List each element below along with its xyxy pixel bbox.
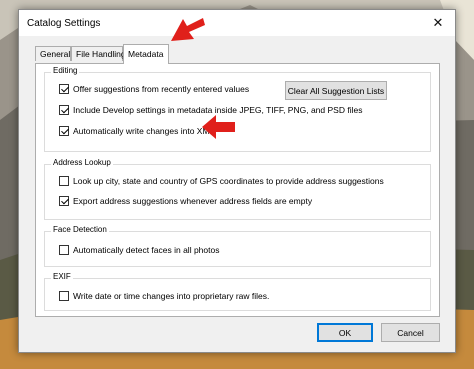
- clear-suggestion-lists-label: Clear All Suggestion Lists: [287, 85, 385, 96]
- face-detection-group-title: Face Detection: [51, 225, 109, 234]
- editing-group-title: Editing: [51, 66, 80, 75]
- export-address-suggestions-label: Export address suggestions whenever addr…: [73, 196, 313, 206]
- include-develop-settings-checkbox[interactable]: [59, 105, 69, 115]
- cancel-label: Cancel: [397, 327, 424, 338]
- tab-general-label: General: [40, 49, 71, 59]
- metadata-panel: Editing Offer suggestions from recently …: [35, 63, 440, 317]
- gps-lookup-option[interactable]: Look up city, state and country of GPS c…: [59, 175, 384, 187]
- gps-lookup-checkbox[interactable]: [59, 176, 69, 186]
- tab-file-handling[interactable]: File Handling: [71, 46, 126, 61]
- export-address-suggestions-option[interactable]: Export address suggestions whenever addr…: [59, 195, 312, 207]
- dialog-title: Catalog Settings: [27, 18, 101, 29]
- detect-faces-label: Automatically detect faces in all photos: [73, 245, 220, 255]
- write-raw-dates-option[interactable]: Write date or time changes into propriet…: [59, 290, 269, 302]
- title-bar: Catalog Settings ✕: [19, 10, 455, 36]
- tab-general[interactable]: General: [35, 46, 71, 61]
- detect-faces-option[interactable]: Automatically detect faces in all photos: [59, 244, 219, 256]
- write-raw-dates-label: Write date or time changes into propriet…: [73, 291, 270, 301]
- address-lookup-group-title: Address Lookup: [51, 158, 113, 167]
- close-icon: ✕: [432, 15, 444, 30]
- gps-lookup-label: Look up city, state and country of GPS c…: [73, 176, 384, 186]
- auto-write-xmp-checkbox[interactable]: [59, 126, 69, 136]
- face-detection-group: Face Detection Automatically detect face…: [44, 225, 431, 267]
- address-lookup-group: Address Lookup Look up city, state and c…: [44, 158, 431, 220]
- tab-metadata-label: Metadata: [128, 49, 164, 59]
- export-address-suggestions-checkbox[interactable]: [59, 196, 69, 206]
- close-button[interactable]: ✕: [421, 10, 455, 36]
- auto-write-xmp-option[interactable]: Automatically write changes into XMP: [59, 125, 215, 137]
- offer-suggestions-checkbox[interactable]: [59, 84, 69, 94]
- tab-file-handling-label: File Handling: [76, 49, 126, 59]
- annotation-arrow-icon: [202, 115, 235, 139]
- offer-suggestions-option[interactable]: Offer suggestions from recently entered …: [59, 83, 249, 95]
- detect-faces-checkbox[interactable]: [59, 245, 69, 255]
- exif-group-title: EXIF: [51, 272, 73, 281]
- clear-suggestion-lists-button[interactable]: Clear All Suggestion Lists: [285, 81, 387, 100]
- offer-suggestions-label: Offer suggestions from recently entered …: [73, 84, 250, 94]
- tab-metadata[interactable]: Metadata: [123, 44, 169, 64]
- catalog-settings-dialog: Catalog Settings ✕ General File Handling…: [18, 9, 456, 353]
- cancel-button[interactable]: Cancel: [381, 323, 440, 342]
- auto-write-xmp-label: Automatically write changes into XMP: [73, 126, 216, 136]
- exif-group: EXIF Write date or time changes into pro…: [44, 272, 431, 311]
- annotation-arrow-icon: [171, 18, 205, 41]
- ok-label: OK: [338, 327, 352, 338]
- ok-button[interactable]: OK: [317, 323, 373, 342]
- editing-group: Editing Offer suggestions from recently …: [44, 66, 431, 152]
- write-raw-dates-checkbox[interactable]: [59, 291, 69, 301]
